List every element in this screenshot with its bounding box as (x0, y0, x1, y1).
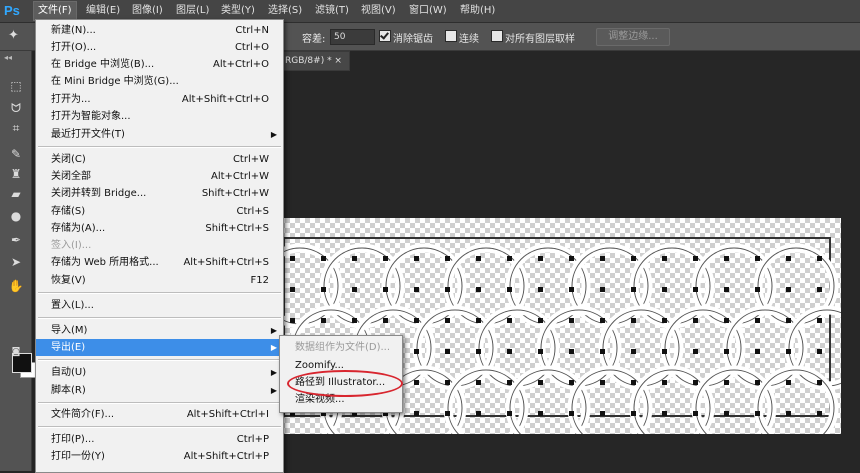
stamp-icon[interactable]: ♜ (6, 165, 26, 183)
path-select-icon[interactable]: ➤ (6, 253, 26, 271)
crop-icon[interactable]: ⌗ (6, 119, 26, 137)
sample-all-layers-checkbox[interactable] (491, 30, 503, 42)
menu-item-close-all[interactable]: 关闭全部 Alt+Ctrl+W (36, 168, 283, 185)
tools-panel: ◂◂ ⬚ ᗢ ⌗ ✎ ♜ ▰ ● ✒ ➤ ✋ ◙ (0, 51, 36, 471)
menu-filter[interactable]: 滤镜(T) (311, 2, 353, 20)
menu-item-open[interactable]: 打开(O)... Ctrl+O (36, 39, 283, 56)
antialias-checkbox[interactable] (379, 30, 391, 42)
submenu-arrow-icon: ▶ (270, 386, 277, 395)
menu-item-place[interactable]: 置入(L)... (36, 297, 283, 314)
menu-select[interactable]: 选择(S) (264, 2, 306, 20)
menu-item-close-go-bridge[interactable]: 关闭并转到 Bridge... Shift+Ctrl+W (36, 185, 283, 202)
submenu-arrow-icon: ▶ (270, 130, 277, 139)
menu-item-save[interactable]: 存储(S) Ctrl+S (36, 203, 283, 220)
menu-view[interactable]: 视图(V) (357, 2, 400, 20)
menu-item-browse-mini-bridge[interactable]: 在 Mini Bridge 中浏览(G)... (36, 73, 283, 90)
document-tab[interactable]: RGB/8#) * × (282, 51, 350, 71)
menu-item-scripts[interactable]: 脚本(R) ▶ (36, 382, 283, 399)
menu-item-revert[interactable]: 恢复(V) F12 (36, 272, 283, 289)
pen-icon[interactable]: ✒ (6, 231, 26, 249)
quick-mask-icon[interactable]: ◙ (6, 343, 26, 361)
menu-item-new[interactable]: 新建(N)... Ctrl+N (36, 22, 283, 39)
submenu-arrow-icon: ▶ (270, 368, 277, 377)
menu-file[interactable]: 文件(F) (33, 1, 77, 21)
menu-item-print[interactable]: 打印(P)... Ctrl+P (36, 431, 283, 448)
menu-separator (38, 292, 281, 294)
menu-item-print-one-copy[interactable]: 打印一份(Y) Alt+Shift+Ctrl+P (36, 448, 283, 465)
menu-separator (38, 146, 281, 148)
menu-separator (38, 426, 281, 428)
blur-icon[interactable]: ● (6, 207, 26, 225)
submenu-arrow-icon: ▶ (270, 326, 277, 335)
menu-item-browse-bridge[interactable]: 在 Bridge 中浏览(B)... Alt+Ctrl+O (36, 56, 283, 73)
menu-separator (38, 317, 281, 319)
sample-all-layers-label: 对所有图层取样 (505, 34, 575, 45)
refine-edge-button[interactable]: 调整边缘... (596, 28, 670, 46)
menu-item-recent-files[interactable]: 最近打开文件(T) ▶ (36, 126, 283, 143)
menu-item-save-for-web[interactable]: 存储为 Web 所用格式... Alt+Shift+Ctrl+S (36, 254, 283, 271)
submenu-arrow-icon: ▶ (270, 343, 277, 352)
marquee-icon[interactable]: ⬚ (6, 77, 26, 95)
menu-item-file-info[interactable]: 文件简介(F)... Alt+Shift+Ctrl+I (36, 406, 283, 423)
submenu-item-data-sets-as-files: 数据组作为文件(D)... (295, 342, 391, 353)
lasso-icon[interactable]: ᗢ (6, 99, 26, 117)
menu-layer[interactable]: 图层(L) (172, 2, 213, 20)
file-menu-dropdown: 新建(N)... Ctrl+N 打开(O)... Ctrl+O 在 Bridge 中… (35, 19, 284, 473)
menu-item-save-as[interactable]: 存储为(A)... Shift+Ctrl+S (36, 220, 283, 237)
menu-separator (38, 402, 281, 404)
menu-item-import[interactable]: 导入(M) ▶ (36, 322, 283, 339)
menu-item-automate[interactable]: 自动(U) ▶ (36, 364, 283, 381)
menu-item-check-in: 签入(I)... (51, 240, 92, 251)
tolerance-input[interactable]: 50 (330, 29, 375, 45)
photoshop-logo: Ps (4, 3, 20, 18)
tolerance-label: 容差: (302, 34, 326, 45)
contiguous-checkbox[interactable] (445, 30, 457, 42)
menu-separator (38, 359, 281, 361)
collapse-icon[interactable]: ◂◂ (4, 53, 12, 62)
brush-icon[interactable]: ✎ (6, 145, 26, 163)
contiguous-label: 连续 (459, 34, 479, 45)
magic-wand-icon[interactable]: ✦ (8, 28, 19, 43)
menu-image[interactable]: 图像(I) (128, 2, 167, 20)
antialias-label: 消除锯齿 (393, 34, 433, 45)
menu-edit[interactable]: 编辑(E) (82, 2, 124, 20)
menu-item-open-as[interactable]: 打开为... Alt+Shift+Ctrl+O (36, 91, 283, 108)
hand-icon[interactable]: ✋ (6, 277, 26, 295)
menu-item-export[interactable]: 导出(E) ▶ (36, 339, 283, 356)
menu-item-open-smart-object[interactable]: 打开为智能对象... (36, 108, 283, 125)
menu-help[interactable]: 帮助(H) (456, 2, 499, 20)
annotation-circle (287, 370, 403, 397)
menu-type[interactable]: 类型(Y) (217, 2, 259, 20)
menu-window[interactable]: 窗口(W) (405, 2, 451, 20)
menu-item-close[interactable]: 关闭(C) Ctrl+W (36, 151, 283, 168)
eraser-icon[interactable]: ▰ (6, 185, 26, 203)
